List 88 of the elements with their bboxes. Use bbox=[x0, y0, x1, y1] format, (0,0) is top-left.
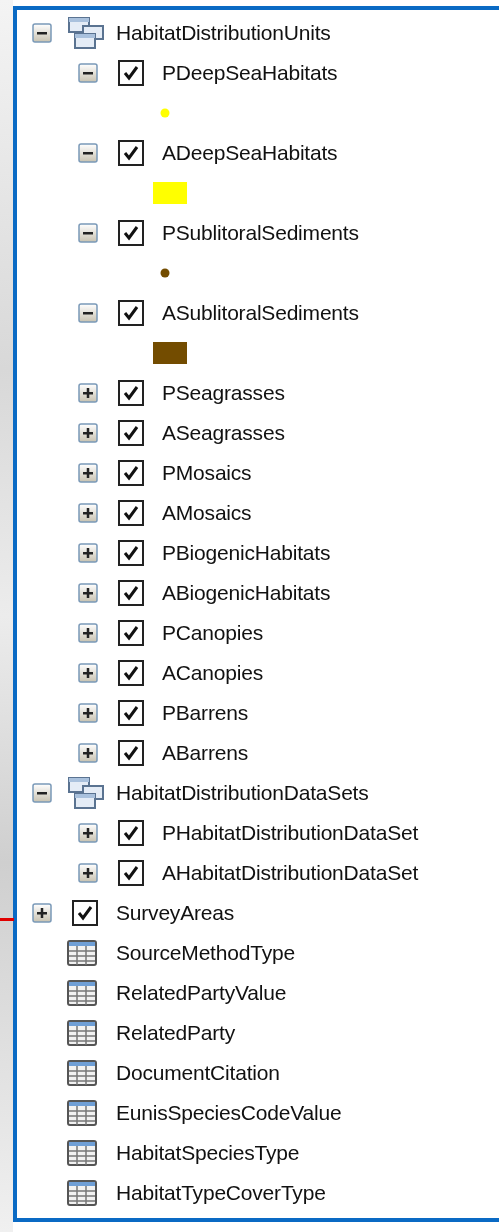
table-name[interactable]: RelatedParty bbox=[116, 1021, 235, 1045]
table-icon bbox=[67, 1020, 97, 1046]
expand-button[interactable] bbox=[78, 463, 98, 483]
expand-button[interactable] bbox=[78, 383, 98, 403]
check-icon bbox=[123, 305, 139, 321]
layer-name[interactable]: AHabitatDistributionDataSet bbox=[162, 861, 419, 885]
layer-name[interactable]: ABarrens bbox=[162, 741, 248, 765]
collapse-button[interactable] bbox=[32, 783, 52, 803]
layer-name[interactable]: PCanopies bbox=[162, 621, 263, 645]
expand-button[interactable] bbox=[32, 903, 52, 923]
table-icon bbox=[67, 980, 97, 1006]
checkbox[interactable] bbox=[118, 420, 144, 446]
table-icon bbox=[67, 1100, 97, 1126]
layer-name[interactable]: PSeagrasses bbox=[162, 381, 285, 405]
layer-group-icon bbox=[67, 16, 107, 50]
check-icon bbox=[123, 425, 139, 441]
expand-button[interactable] bbox=[78, 583, 98, 603]
table-name[interactable]: DocumentCitation bbox=[116, 1061, 280, 1085]
check-icon bbox=[123, 705, 139, 721]
checkbox[interactable] bbox=[118, 220, 144, 246]
collapse-button[interactable] bbox=[78, 63, 98, 83]
table-name[interactable]: HabitatSpeciesType bbox=[116, 1141, 300, 1165]
collapse-button[interactable] bbox=[32, 23, 52, 43]
check-icon bbox=[123, 65, 139, 81]
check-icon bbox=[123, 825, 139, 841]
layer-name[interactable]: ADeepSeaHabitats bbox=[162, 141, 338, 165]
checkbox[interactable] bbox=[118, 60, 144, 86]
layer-name[interactable]: AMosaics bbox=[162, 501, 252, 525]
expand-button[interactable] bbox=[78, 623, 98, 643]
table-icon bbox=[67, 940, 97, 966]
expand-button[interactable] bbox=[78, 703, 98, 723]
layer-name[interactable]: PHabitatDistributionDataSet bbox=[162, 821, 419, 845]
layer-name[interactable]: ACanopies bbox=[162, 661, 263, 685]
checkbox[interactable] bbox=[118, 500, 144, 526]
layer-name[interactable]: SurveyAreas bbox=[116, 901, 235, 925]
expand-button[interactable] bbox=[78, 863, 98, 883]
layer-name[interactable]: ASeagrasses bbox=[162, 421, 285, 445]
checkbox[interactable] bbox=[72, 900, 98, 926]
table-name[interactable]: EunisSpeciesCodeValue bbox=[116, 1101, 342, 1125]
layer-name[interactable]: PBarrens bbox=[162, 701, 248, 725]
check-icon bbox=[123, 585, 139, 601]
collapse-button[interactable] bbox=[78, 303, 98, 323]
check-icon bbox=[123, 385, 139, 401]
checkbox[interactable] bbox=[118, 540, 144, 566]
layer-name[interactable]: ABiogenicHabitats bbox=[162, 581, 331, 605]
expand-button[interactable] bbox=[78, 543, 98, 563]
expand-button[interactable] bbox=[78, 423, 98, 443]
checkbox[interactable] bbox=[118, 860, 144, 886]
layer-group-icon bbox=[67, 776, 107, 810]
expand-button[interactable] bbox=[78, 663, 98, 683]
check-icon bbox=[123, 625, 139, 641]
checkbox[interactable] bbox=[118, 660, 144, 686]
check-icon bbox=[123, 145, 139, 161]
checkbox[interactable] bbox=[118, 700, 144, 726]
check-icon bbox=[123, 545, 139, 561]
checkbox[interactable] bbox=[118, 300, 144, 326]
collapse-button[interactable] bbox=[78, 223, 98, 243]
expand-button[interactable] bbox=[78, 503, 98, 523]
checkbox[interactable] bbox=[118, 820, 144, 846]
checkbox[interactable] bbox=[118, 740, 144, 766]
check-icon bbox=[123, 225, 139, 241]
table-name[interactable]: RelatedPartyValue bbox=[116, 981, 287, 1005]
table-icon bbox=[67, 1140, 97, 1166]
collapse-button[interactable] bbox=[78, 143, 98, 163]
layer-name[interactable]: PBiogenicHabitats bbox=[162, 541, 331, 565]
checkbox[interactable] bbox=[118, 140, 144, 166]
group-name[interactable]: HabitatDistributionDataSets bbox=[116, 781, 369, 805]
checkbox[interactable] bbox=[118, 580, 144, 606]
table-icon bbox=[67, 1180, 97, 1206]
layer-name[interactable]: PDeepSeaHabitats bbox=[162, 61, 338, 85]
check-icon bbox=[123, 665, 139, 681]
layer-name[interactable]: PSublitoralSediments bbox=[162, 221, 359, 245]
checkbox[interactable] bbox=[118, 460, 144, 486]
table-name[interactable]: SourceMethodType bbox=[116, 941, 295, 965]
group-name[interactable]: HabitatDistributionUnits bbox=[116, 21, 331, 45]
table-icon bbox=[67, 1060, 97, 1086]
checkbox[interactable] bbox=[118, 620, 144, 646]
check-icon bbox=[123, 465, 139, 481]
table-name[interactable]: HabitatTypeCoverType bbox=[116, 1181, 326, 1205]
check-icon bbox=[123, 505, 139, 521]
check-icon bbox=[77, 905, 93, 921]
expand-button[interactable] bbox=[78, 823, 98, 843]
check-icon bbox=[123, 865, 139, 881]
layer-name[interactable]: ASublitoralSediments bbox=[162, 301, 359, 325]
layer-name[interactable]: PMosaics bbox=[162, 461, 252, 485]
expand-button[interactable] bbox=[78, 743, 98, 763]
checkbox[interactable] bbox=[118, 380, 144, 406]
check-icon bbox=[123, 745, 139, 761]
